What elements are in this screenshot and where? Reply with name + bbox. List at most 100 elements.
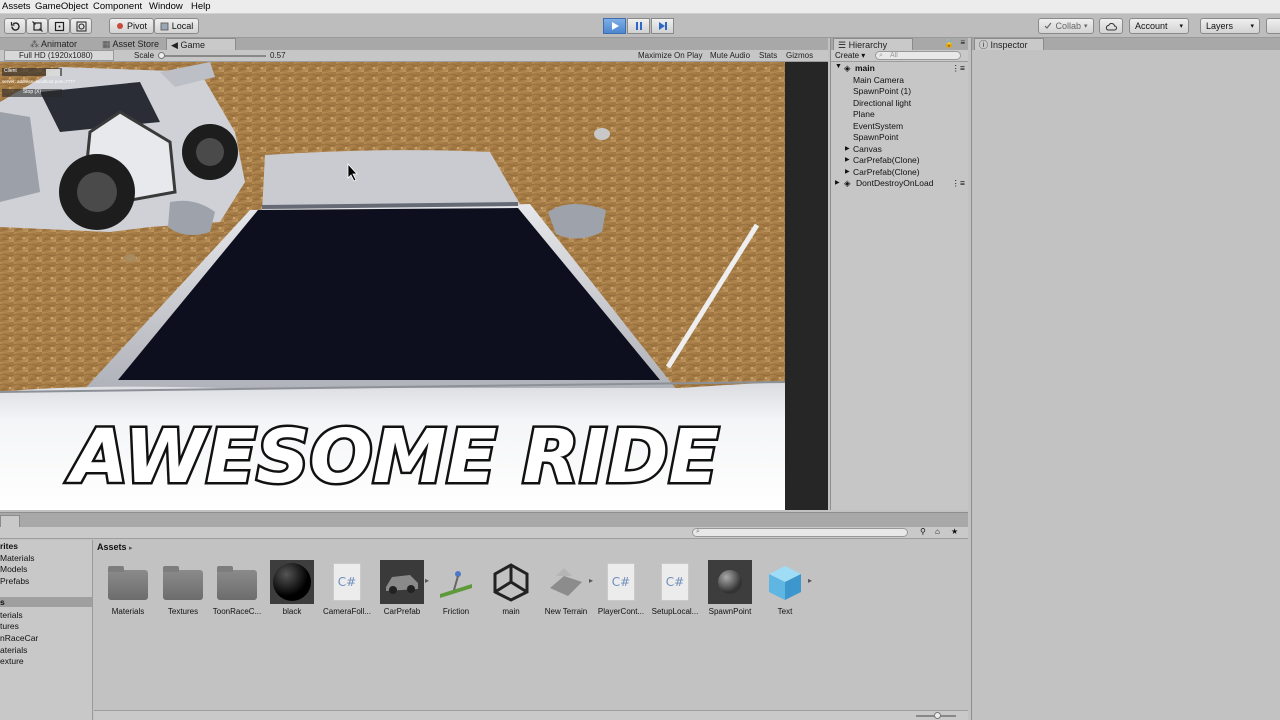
hierarchy-item[interactable]: Main Camera (831, 75, 969, 87)
hierarchy-item-canvas[interactable]: ▶ Canvas (831, 144, 969, 156)
asset-tile[interactable]: Materials (100, 560, 156, 620)
favorite-item[interactable]: Prefabs (0, 576, 29, 586)
asset-tile[interactable]: ▸ Text (757, 560, 813, 620)
hierarchy-item[interactable]: SpawnPoint (831, 132, 969, 144)
asset-tile[interactable]: C# PlayerCont... (593, 560, 649, 620)
expand-arrow-icon[interactable]: ▶ (845, 145, 850, 152)
maximize-on-play-button[interactable]: Maximize On Play (638, 51, 702, 60)
folder-item[interactable]: nRaceCar (0, 633, 38, 643)
menu-assets[interactable]: Assets (2, 1, 31, 12)
step-button[interactable] (651, 18, 674, 34)
tab-animator[interactable]: ⁂ Animator (26, 38, 81, 50)
lock-icon[interactable]: 🔒 (944, 39, 954, 48)
hierarchy-item[interactable]: Directional light (831, 98, 969, 110)
folder-item[interactable]: tures (0, 621, 19, 631)
favorite-star-icon[interactable]: ★ (951, 527, 958, 536)
expand-arrow-icon[interactable]: ▶ (845, 168, 850, 175)
hierarchy-item[interactable]: SpawnPoint (1) (831, 86, 969, 98)
pause-button[interactable] (627, 18, 650, 34)
stats-button[interactable]: Stats (759, 51, 777, 60)
scene-menu-icon[interactable]: ⋮≡ (952, 178, 965, 189)
dont-destroy-row[interactable]: ▶ ◈ DontDestroyOnLoad ⋮≡ (831, 178, 969, 190)
asset-tile[interactable]: C# CameraFoll... (319, 560, 375, 620)
transform-tool-button[interactable] (70, 18, 92, 34)
project-panel: ⌕ ⚲ ⌂ ★ rites Materials Models Prefabs s… (0, 512, 968, 720)
expand-arrow-icon[interactable]: ▶ (835, 179, 840, 186)
collab-dropdown[interactable]: Collab ▾ (1038, 18, 1094, 34)
layers-dropdown[interactable]: Layers ▾ (1200, 18, 1260, 34)
layout-dropdown[interactable] (1266, 18, 1280, 34)
tab-inspector-label: Inspector (990, 40, 1028, 50)
asset-tile[interactable]: black (264, 560, 320, 620)
scale-slider-thumb[interactable] (158, 52, 165, 59)
asset-tile[interactable]: C# SetupLocal... (647, 560, 703, 620)
gizmos-dropdown[interactable]: Gizmos (786, 51, 813, 60)
tab-game[interactable]: ◀ Game (166, 38, 236, 50)
icon-size-slider-thumb[interactable] (934, 712, 941, 719)
mute-audio-button[interactable]: Mute Audio (710, 51, 750, 60)
csharp-script-icon: C# (325, 560, 369, 604)
asset-tile[interactable]: ToonRaceC... (209, 560, 265, 620)
expand-arrow-icon[interactable]: ▼ (835, 63, 842, 70)
favorite-item[interactable]: Materials (0, 553, 34, 563)
breadcrumb-assets[interactable]: Assets (97, 542, 127, 552)
game-icon: ◀ (171, 40, 178, 50)
tab-inspector[interactable]: ⓘ Inspector (974, 38, 1044, 50)
menu-window[interactable]: Window (149, 1, 183, 12)
assets-folder-row[interactable]: s (0, 597, 92, 607)
tab-project[interactable] (0, 515, 20, 527)
account-dropdown[interactable]: Account ▾ (1129, 18, 1189, 34)
rotate-tool-button[interactable] (4, 18, 26, 34)
expand-arrow-icon[interactable]: ▶ (845, 156, 850, 163)
asset-tile[interactable]: SpawnPoint (702, 560, 758, 620)
asset-tile[interactable]: Textures (155, 560, 211, 620)
asset-tile[interactable]: ▸ CarPrefab (374, 560, 430, 620)
hierarchy-item[interactable]: Plane (831, 109, 969, 121)
pivot-icon (116, 23, 123, 29)
filter-label-icon[interactable]: ⌂ (935, 527, 940, 536)
store-icon: ▦ (102, 39, 111, 49)
rect-icon (54, 21, 64, 31)
expand-prefab-icon[interactable]: ▸ (808, 576, 812, 585)
menu-gameobject[interactable]: GameObject (35, 1, 88, 12)
folder-item[interactable]: exture (0, 656, 24, 666)
project-tabbar (0, 513, 968, 527)
game-viewport[interactable]: AWESOME RIDE Client server: address=loca… (0, 62, 785, 510)
local-toggle[interactable]: Local (154, 18, 199, 34)
create-dropdown[interactable]: Create ▾ (835, 51, 865, 60)
play-button[interactable] (603, 18, 626, 34)
hierarchy-search-input[interactable]: ⌕ All (875, 51, 961, 60)
asset-tile[interactable]: main (483, 560, 539, 620)
cloud-button[interactable] (1099, 18, 1123, 34)
network-hud-stop-button[interactable]: Stop (X) (2, 89, 62, 97)
hierarchy-item-carprefab[interactable]: ▶ CarPrefab(Clone) (831, 167, 969, 179)
scale-tool-button[interactable] (26, 18, 48, 34)
scale-icon (31, 20, 43, 32)
favorite-item[interactable]: Models (0, 564, 27, 574)
menu-help[interactable]: Help (191, 1, 211, 12)
unity-scene-icon (489, 560, 533, 604)
scene-row[interactable]: ▼ ◈ main ⋮≡ (831, 63, 969, 75)
icon-size-slider[interactable] (916, 712, 956, 719)
asset-tile[interactable]: Friction (428, 560, 484, 620)
cube-prefab-icon (763, 560, 807, 604)
hierarchy-item[interactable]: EventSystem (831, 121, 969, 133)
folder-item[interactable]: aterials (0, 645, 27, 655)
resolution-dropdown[interactable]: Full HD (1920x1080) (4, 50, 114, 61)
scene-menu-icon[interactable]: ⋮≡ (952, 63, 965, 74)
scale-slider[interactable] (158, 52, 266, 59)
hierarchy-item-carprefab[interactable]: ▶ CarPrefab(Clone) (831, 155, 969, 167)
folder-item[interactable]: terials (0, 610, 23, 620)
menu-component[interactable]: Component (93, 1, 142, 12)
filter-type-icon[interactable]: ⚲ (920, 527, 926, 536)
project-search-input[interactable]: ⌕ (692, 528, 908, 537)
tab-hierarchy[interactable]: ☰ Hierarchy (833, 38, 913, 50)
asset-tile[interactable]: ▸ New Terrain (538, 560, 594, 620)
rect-tool-button[interactable] (48, 18, 70, 34)
network-hud-button[interactable] (46, 69, 60, 76)
panel-menu-icon[interactable]: ≡ (960, 38, 965, 47)
tab-asset-store[interactable]: ▦ Asset Store (98, 38, 163, 50)
pivot-toggle[interactable]: Pivot (109, 18, 154, 34)
search-icon: ⌕ (879, 52, 883, 59)
rotate-icon (10, 21, 20, 31)
